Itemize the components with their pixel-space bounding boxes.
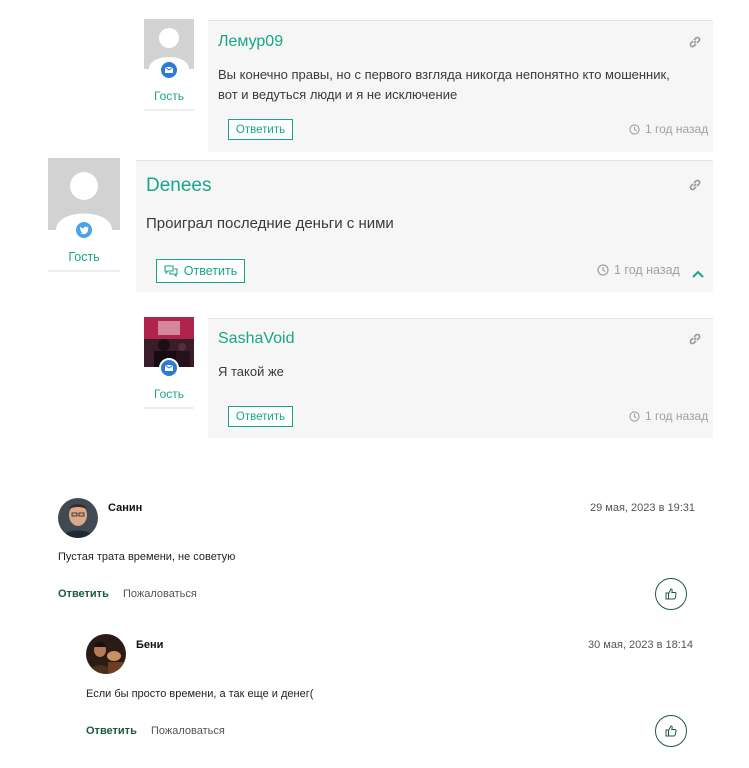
reply-button[interactable]: Ответить: [156, 259, 245, 283]
avatar[interactable]: Гость: [48, 158, 120, 273]
clock-icon: [597, 264, 609, 276]
time-text: 1 год назад: [614, 263, 680, 277]
envelope-icon: [159, 358, 179, 378]
thumbs-up-icon: [665, 588, 677, 600]
comment-text: Проиграл последние деньги с ними: [146, 215, 394, 232]
avatar[interactable]: [86, 634, 126, 674]
thumbs-up-icon: [665, 725, 677, 737]
envelope-icon: [159, 60, 179, 80]
review-author: Бени: [136, 639, 164, 651]
reply-link[interactable]: Ответить: [58, 588, 109, 600]
clock-icon: [629, 123, 640, 135]
link-icon[interactable]: [688, 35, 702, 54]
comment-time: 1 год назад: [629, 409, 708, 423]
reply-button[interactable]: Ответить: [228, 406, 293, 427]
like-button[interactable]: [655, 715, 687, 747]
review-date: 30 мая, 2023 в 18:14: [588, 639, 693, 651]
role-label: Гость: [48, 250, 120, 272]
review-text: Пустая трата времени, не советую: [58, 551, 236, 563]
review-date: 29 мая, 2023 в 19:31: [590, 502, 695, 514]
review-text: Если бы просто времени, а так еще и дене…: [86, 688, 314, 700]
role-label: Гость: [144, 387, 194, 409]
role-label: Гость: [144, 89, 194, 111]
report-link[interactable]: Пожаловаться: [123, 588, 197, 600]
comments-icon: [164, 265, 178, 277]
like-button[interactable]: [655, 578, 687, 610]
report-link[interactable]: Пожаловаться: [151, 725, 225, 737]
review-author: Санин: [108, 502, 143, 514]
reply-label: Ответить: [183, 264, 238, 278]
comment-text: Я такой же: [218, 364, 284, 379]
comment-author[interactable]: SashaVoid: [218, 330, 295, 348]
time-text: 1 год назад: [645, 409, 709, 423]
comment-time: 1 год назад: [629, 122, 708, 136]
avatar[interactable]: Гость: [144, 19, 194, 114]
reply-button[interactable]: Ответить: [228, 119, 293, 140]
comment-text: Вы конечно правы, но с первого взгляда н…: [218, 65, 703, 105]
link-icon[interactable]: [688, 332, 702, 351]
clock-icon: [629, 410, 640, 422]
comment-text-line: Вы конечно правы, но с первого взгляда н…: [218, 67, 670, 82]
time-text: 1 год назад: [645, 122, 709, 136]
reply-link[interactable]: Ответить: [86, 725, 137, 737]
comment-time: 1 год назад: [597, 263, 680, 277]
avatar[interactable]: Гость: [144, 317, 194, 409]
comment-author[interactable]: Лемур09: [218, 33, 283, 51]
comment-author[interactable]: Denees: [146, 175, 212, 197]
link-icon[interactable]: [688, 178, 702, 197]
twitter-icon: [74, 220, 94, 240]
chevron-up-icon[interactable]: [692, 265, 704, 283]
comment-text-line: вот и ведуться люди и я не исключение: [218, 87, 458, 102]
avatar[interactable]: [58, 498, 98, 538]
